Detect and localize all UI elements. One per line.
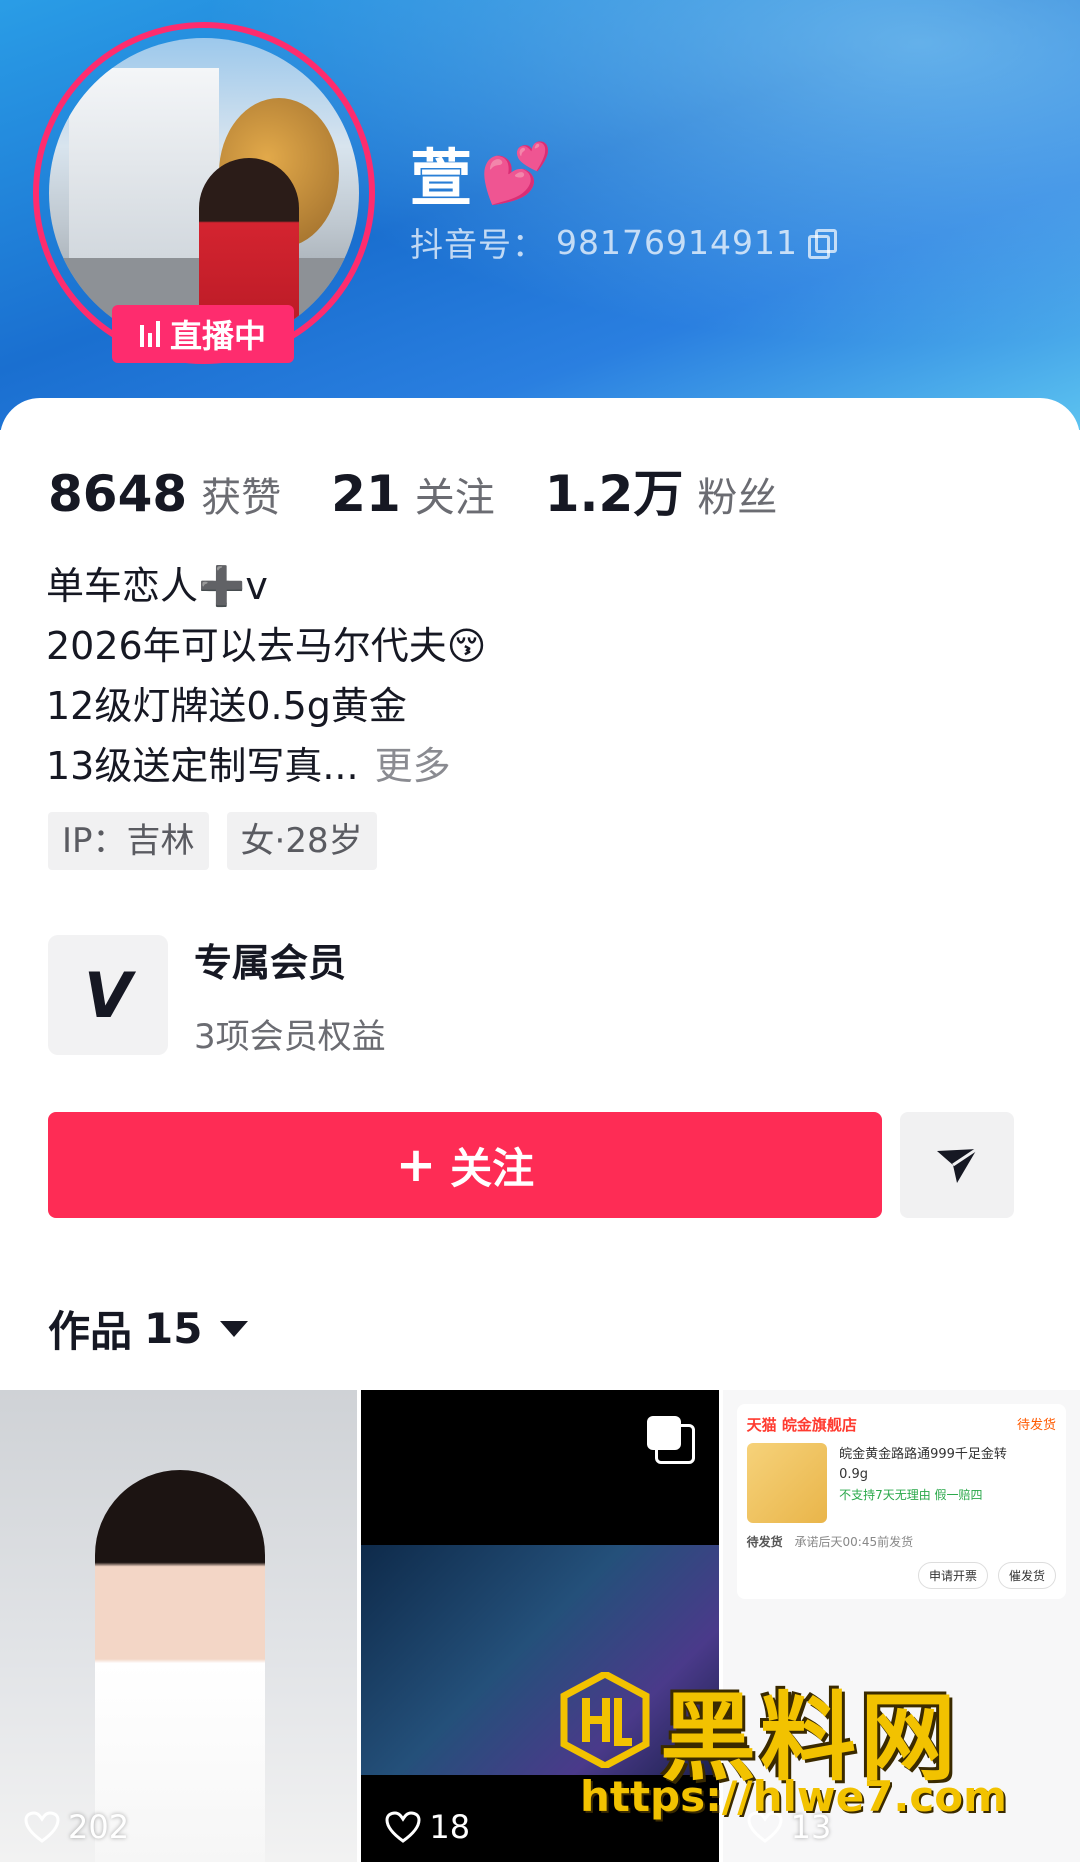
avatar-photo (49, 38, 359, 348)
multi-image-icon (646, 1416, 695, 1464)
tag-ip: IP：吉林 (48, 812, 209, 870)
message-button[interactable] (900, 1112, 1014, 1218)
membership-title: 专属会员 (194, 941, 347, 985)
stats-row: 8648 获赞 21 关注 1.2万 粉丝 (48, 454, 777, 526)
works-count: 15 (144, 1304, 203, 1353)
bio-line-2: 2026年可以去马尔代夫😚 (46, 624, 487, 668)
likes-number: 18 (429, 1808, 471, 1846)
likes-count: 18 (385, 1808, 470, 1846)
bio-line-1: 单车恋人➕v (46, 564, 268, 608)
chevron-down-icon[interactable] (220, 1320, 249, 1337)
order-pending: 待发货 (746, 1535, 783, 1549)
product-image (746, 1443, 827, 1523)
tag-gender-age: 女·28岁 (226, 812, 377, 870)
bio-line-3: 12级灯牌送0.5g黄金 (46, 684, 407, 728)
likes-count: 13 (747, 1808, 832, 1846)
likes-count: 202 (24, 1808, 129, 1846)
order-pending-row: 待发货 承诺后天00:45前发货 (747, 1533, 1056, 1550)
plus-icon: + (395, 1137, 437, 1193)
order-card: 天猫 皖金旗舰店 待发货 皖金黄金路路通999千足金转 0.9g 不支持7天无理… (736, 1404, 1066, 1599)
order-shop: 天猫 皖金旗舰店 (746, 1416, 857, 1434)
follow-button[interactable]: + 关注 (48, 1112, 882, 1218)
stat-followers-number: 1.2万 (544, 465, 684, 523)
likes-number: 13 (790, 1808, 832, 1846)
heart-icon (385, 1811, 421, 1843)
bio-line-4: 13级送定制写真... 更多 (46, 736, 486, 796)
video-thumbnail[interactable]: 天猫 皖金旗舰店 待发货 皖金黄金路路通999千足金转 0.9g 不支持7天无理… (722, 1390, 1080, 1862)
video-thumbnail[interactable]: 18 (361, 1390, 719, 1862)
works-label: 作品 (48, 1307, 133, 1356)
stat-likes-label: 获赞 (201, 475, 282, 521)
invoice-button: 申请开票 (917, 1562, 988, 1589)
order-product-name: 皖金黄金路路通999千足金转 (839, 1447, 1007, 1462)
vip-icon: V (48, 935, 168, 1055)
membership-subtitle: 3项会员权益 (194, 1017, 386, 1057)
live-badge[interactable]: 直播中 (112, 305, 294, 363)
stat-following-label: 关注 (414, 475, 495, 521)
heart-icon (24, 1811, 60, 1843)
douyin-id-label: 抖音号： (410, 225, 546, 264)
order-product-note: 不支持7天无理由 假一赔四 (839, 1488, 983, 1502)
stat-following[interactable]: 21 关注 (331, 465, 495, 523)
likes-number: 202 (68, 1808, 130, 1846)
follow-button-label: 关注 (450, 1143, 535, 1193)
order-promise: 承诺后天00:45前发货 (794, 1535, 914, 1549)
works-grid: 202 18 天猫 皖金旗舰店 待发货 皖金黄金路路通999千足金转 0.9g … (0, 1390, 1080, 1862)
membership-entry[interactable]: V 专属会员 3项会员权益 (48, 932, 386, 1058)
heart-icon (747, 1811, 783, 1843)
copy-icon[interactable] (807, 229, 837, 259)
works-tab[interactable]: 作品 15 (48, 1298, 249, 1359)
membership-text: 专属会员 3项会员权益 (194, 932, 386, 1058)
stat-likes-number: 8648 (48, 465, 188, 523)
live-badge-label: 直播中 (169, 317, 266, 355)
order-product: 皖金黄金路路通999千足金转 0.9g 不支持7天无理由 假一赔四 (839, 1445, 1029, 1505)
order-status: 待发货 (1016, 1418, 1056, 1433)
stat-following-number: 21 (331, 465, 401, 523)
video-thumbnail[interactable]: 202 (0, 1390, 358, 1862)
stat-followers-label: 粉丝 (697, 475, 778, 521)
send-icon (937, 1147, 978, 1183)
bio-line-4-text: 13级送定制写真... (46, 744, 359, 788)
urge-shipping-button: 催发货 (997, 1562, 1056, 1589)
stat-followers[interactable]: 1.2万 粉丝 (545, 454, 778, 526)
order-product-spec: 0.9g (839, 1467, 869, 1482)
bio: 单车恋人➕v 2026年可以去马尔代夫😚 12级灯牌送0.5g黄金 13级送定制… (46, 556, 486, 796)
douyin-id: 抖音号： 98176914911 (410, 218, 837, 266)
game-screenshot (361, 1545, 719, 1775)
douyin-id-value: 98176914911 (556, 222, 798, 262)
order-actions: 申请开票 催发货 (747, 1562, 1056, 1589)
profile-name-text: 萱 (410, 142, 473, 215)
profile-name: 萱 💕 (410, 128, 552, 218)
bio-more-link[interactable]: 更多 (375, 744, 451, 788)
stat-likes[interactable]: 8648 获赞 (48, 465, 281, 523)
tags-row: IP：吉林 女·28岁 (48, 812, 377, 870)
live-bars-icon (139, 321, 160, 347)
hearts-emoji: 💕 (480, 138, 553, 207)
